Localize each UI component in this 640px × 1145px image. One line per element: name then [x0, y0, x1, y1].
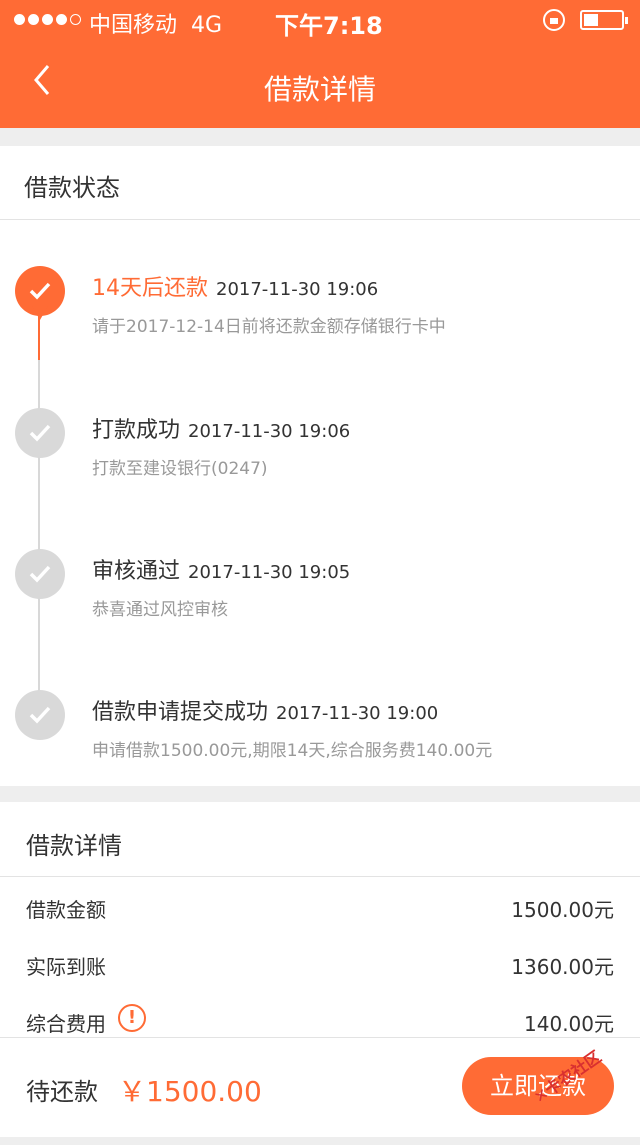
step-description: 请于2017-12-14日前将还款金额存储银行卡中: [92, 317, 446, 337]
signal-strength-icon: [14, 14, 81, 25]
page-title: 借款详情: [263, 73, 376, 106]
row-value: 1500.00元: [511, 898, 614, 922]
check-icon: [29, 282, 51, 300]
row-value: 140.00元: [524, 1012, 614, 1036]
detail-row-received: 实际到账 1360.00元: [0, 935, 640, 991]
loan-status-section: 借款状态 14天后还款 2017-11-30 19:06 请于2017-12-14…: [0, 146, 640, 786]
section-title: 借款详情: [26, 832, 122, 860]
clock: 下午7:18: [275, 12, 383, 40]
section-header: 借款状态: [0, 146, 640, 220]
timeline-active-line: [38, 314, 40, 360]
row-value: 1360.00元: [511, 955, 614, 979]
check-icon: [29, 706, 51, 724]
info-icon[interactable]: !: [118, 1004, 146, 1032]
step-title: 打款成功 2017-11-30 19:06: [92, 418, 351, 443]
row-label: 借款金额: [26, 898, 106, 922]
navigation-bar: 借款详情: [0, 40, 640, 128]
step-complete-marker: [15, 549, 65, 599]
step-active-marker: [15, 266, 65, 320]
rotation-lock-icon: [543, 9, 565, 31]
step-description: 打款至建设银行(0247): [92, 459, 268, 479]
step-description: 申请借款1500.00元,期限14天,综合服务费140.00元: [92, 741, 493, 761]
check-icon: [29, 424, 51, 442]
row-label: 综合费用: [26, 1012, 106, 1036]
step-complete-marker: [15, 408, 65, 458]
status-bar: 中国移动 4G 下午7:18: [0, 0, 640, 40]
step-title: 审核通过 2017-11-30 19:05: [92, 559, 351, 584]
battery-icon: [580, 10, 628, 30]
section-title: 借款状态: [24, 174, 120, 202]
step-title: 14天后还款 2017-11-30 19:06: [92, 276, 379, 301]
due-label: 待还款: [26, 1078, 98, 1106]
step-complete-marker: [15, 690, 65, 740]
section-header: 借款详情: [0, 802, 640, 877]
step-title: 借款申请提交成功 2017-11-30 19:00: [92, 700, 439, 725]
row-label: 实际到账: [26, 955, 106, 979]
check-icon: [29, 565, 51, 583]
carrier-label: 中国移动 4G: [89, 13, 223, 38]
step-description: 恭喜通过风控审核: [92, 600, 228, 620]
detail-row-loan-amount: 借款金额 1500.00元: [0, 878, 640, 934]
due-amount: ￥1500.00: [118, 1075, 262, 1108]
